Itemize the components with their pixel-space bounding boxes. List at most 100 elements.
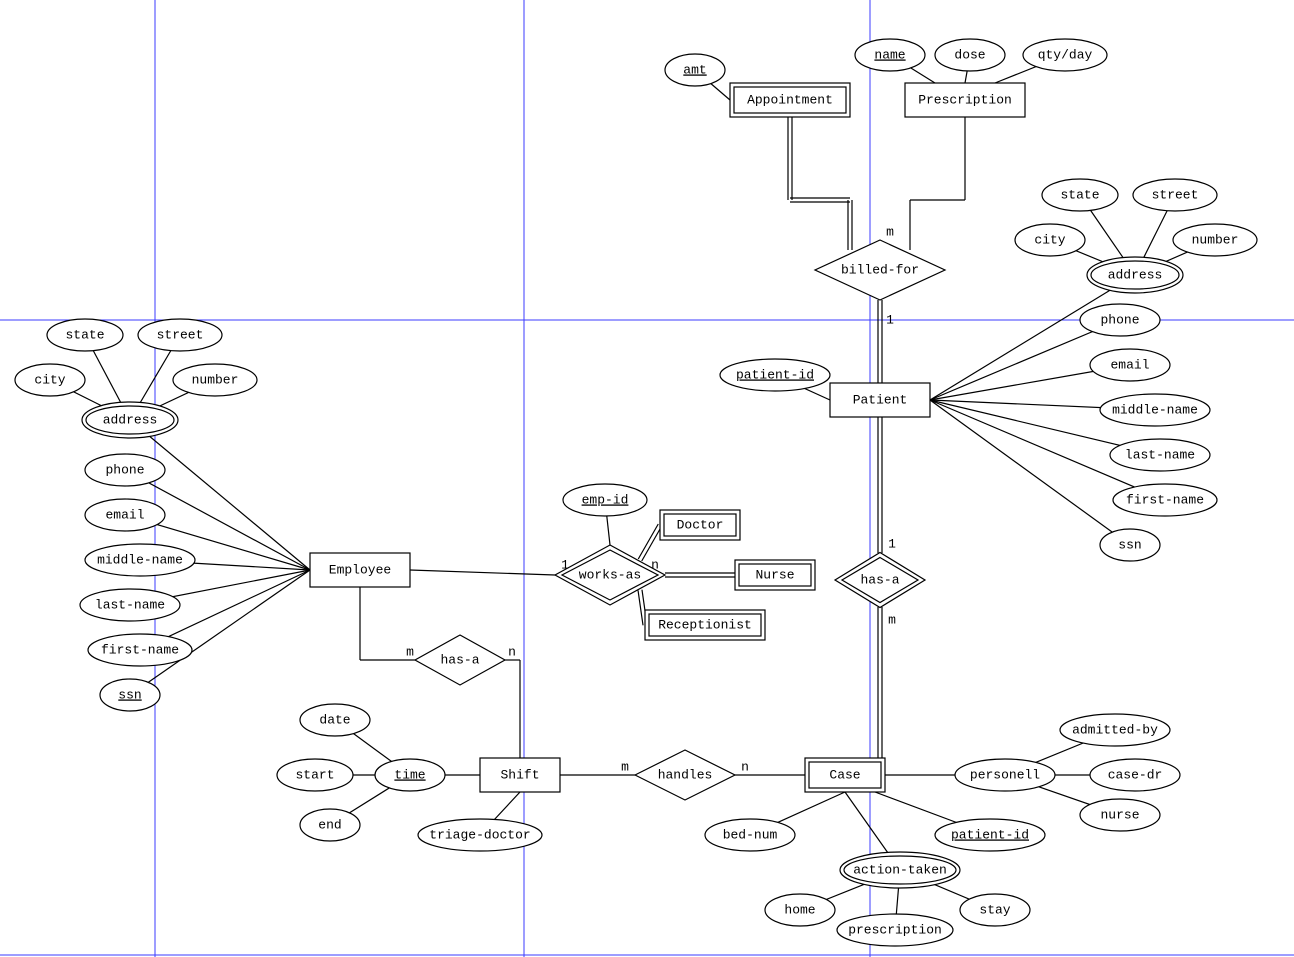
attr-date: date bbox=[300, 704, 370, 736]
svg-text:home: home bbox=[784, 902, 815, 917]
attr-name: name bbox=[855, 39, 925, 71]
attr-personell: personell bbox=[955, 759, 1055, 791]
svg-text:phone: phone bbox=[1100, 312, 1139, 327]
svg-text:works-as: works-as bbox=[579, 567, 641, 582]
svg-text:1: 1 bbox=[561, 557, 569, 572]
attr-amt: amt bbox=[665, 54, 725, 86]
svg-text:state: state bbox=[65, 327, 104, 342]
entity-receptionist: Receptionist bbox=[645, 610, 765, 640]
svg-text:Nurse: Nurse bbox=[755, 567, 794, 582]
svg-text:last-name: last-name bbox=[95, 597, 165, 612]
entity-patient: Patient bbox=[830, 383, 930, 417]
svg-text:n: n bbox=[651, 557, 659, 572]
attr-qtyday: qty/day bbox=[1023, 39, 1107, 71]
svg-text:Prescription: Prescription bbox=[918, 92, 1012, 107]
svg-text:Appointment: Appointment bbox=[747, 92, 833, 107]
attr-dose: dose bbox=[935, 39, 1005, 71]
svg-text:date: date bbox=[319, 712, 350, 727]
attr-number: number bbox=[1173, 224, 1257, 256]
attr-nurse: nurse bbox=[1080, 799, 1160, 831]
attr-end: end bbox=[300, 809, 360, 841]
svg-text:Patient: Patient bbox=[853, 392, 908, 407]
svg-text:Employee: Employee bbox=[329, 562, 391, 577]
svg-text:city: city bbox=[1034, 232, 1065, 247]
svg-text:m: m bbox=[888, 612, 896, 627]
entity-shift: Shift bbox=[480, 758, 560, 792]
svg-text:email: email bbox=[105, 507, 144, 522]
svg-text:amt: amt bbox=[683, 62, 706, 77]
attr-ssn: ssn bbox=[100, 679, 160, 711]
svg-text:n: n bbox=[741, 759, 749, 774]
svg-text:phone: phone bbox=[105, 462, 144, 477]
attr-middle: middle-name bbox=[85, 544, 195, 576]
svg-text:dose: dose bbox=[954, 47, 985, 62]
svg-text:number: number bbox=[1192, 232, 1239, 247]
svg-text:name: name bbox=[874, 47, 905, 62]
svg-text:end: end bbox=[318, 817, 341, 832]
svg-text:action-taken: action-taken bbox=[853, 862, 947, 877]
attr-first: first-name bbox=[1113, 484, 1217, 516]
svg-text:start: start bbox=[295, 767, 334, 782]
er-diagram: Appointment Prescription amt name dose qty/da… bbox=[0, 0, 1294, 957]
attr-start: start bbox=[277, 759, 353, 791]
attr-last: last-name bbox=[1110, 439, 1210, 471]
svg-text:m: m bbox=[406, 644, 414, 659]
svg-text:patient-id: patient-id bbox=[736, 367, 814, 382]
svg-text:qty/day: qty/day bbox=[1038, 47, 1093, 62]
svg-text:bed-num: bed-num bbox=[723, 827, 778, 842]
svg-text:time: time bbox=[394, 767, 425, 782]
attr-time: time bbox=[375, 759, 445, 791]
svg-text:admitted-by: admitted-by bbox=[1072, 722, 1158, 737]
svg-text:city: city bbox=[34, 372, 65, 387]
svg-text:state: state bbox=[1060, 187, 1099, 202]
attr-email: email bbox=[1090, 349, 1170, 381]
svg-text:last-name: last-name bbox=[1125, 447, 1195, 462]
svg-text:patient-id: patient-id bbox=[951, 827, 1029, 842]
attr-last: last-name bbox=[80, 589, 180, 621]
svg-text:has-a: has-a bbox=[440, 652, 479, 667]
svg-text:emp-id: emp-id bbox=[582, 492, 629, 507]
svg-text:address: address bbox=[103, 412, 158, 427]
svg-text:first-name: first-name bbox=[1126, 492, 1204, 507]
attr-home: home bbox=[765, 894, 835, 926]
rel-has-a-pat: has-a bbox=[835, 553, 925, 608]
entity-doctor: Doctor bbox=[660, 510, 740, 540]
svg-text:ssn: ssn bbox=[118, 687, 141, 702]
rel-handles: handles bbox=[635, 750, 735, 800]
svg-text:personell: personell bbox=[970, 767, 1040, 782]
rel-works-as: works-as bbox=[555, 545, 665, 605]
attr-casedr: case-dr bbox=[1090, 759, 1180, 791]
svg-text:middle-name: middle-name bbox=[1112, 402, 1198, 417]
svg-text:billed-for: billed-for bbox=[841, 262, 919, 277]
attr-city: city bbox=[15, 364, 85, 396]
attr-bednum: bed-num bbox=[705, 819, 795, 851]
attr-stay: stay bbox=[960, 894, 1030, 926]
svg-text:has-a: has-a bbox=[860, 572, 899, 587]
attr-prescription: prescription bbox=[837, 914, 953, 946]
attr-city: city bbox=[1015, 224, 1085, 256]
svg-text:Case: Case bbox=[829, 767, 860, 782]
attr-phone: phone bbox=[85, 454, 165, 486]
svg-text:nurse: nurse bbox=[1100, 807, 1139, 822]
attr-address: address bbox=[1087, 257, 1183, 293]
attr-state: state bbox=[1042, 179, 1118, 211]
svg-text:triage-doctor: triage-doctor bbox=[429, 827, 530, 842]
attr-triage: triage-doctor bbox=[418, 819, 542, 851]
svg-text:middle-name: middle-name bbox=[97, 552, 183, 567]
attr-address: address bbox=[82, 402, 178, 438]
svg-text:m: m bbox=[886, 224, 894, 239]
attr-patient-id: patient-id bbox=[720, 359, 830, 391]
svg-text:email: email bbox=[1110, 357, 1149, 372]
attr-street: street bbox=[1133, 179, 1217, 211]
attr-phone: phone bbox=[1080, 304, 1160, 336]
svg-text:stay: stay bbox=[979, 902, 1010, 917]
svg-text:ssn: ssn bbox=[1118, 537, 1141, 552]
svg-text:street: street bbox=[1152, 187, 1199, 202]
attr-emp-id: emp-id bbox=[563, 484, 647, 516]
attr-ssn: ssn bbox=[1100, 529, 1160, 561]
svg-text:Receptionist: Receptionist bbox=[658, 617, 752, 632]
svg-text:1: 1 bbox=[888, 536, 896, 551]
svg-text:case-dr: case-dr bbox=[1108, 767, 1163, 782]
svg-text:n: n bbox=[508, 644, 516, 659]
entity-prescription: Prescription bbox=[905, 83, 1025, 117]
